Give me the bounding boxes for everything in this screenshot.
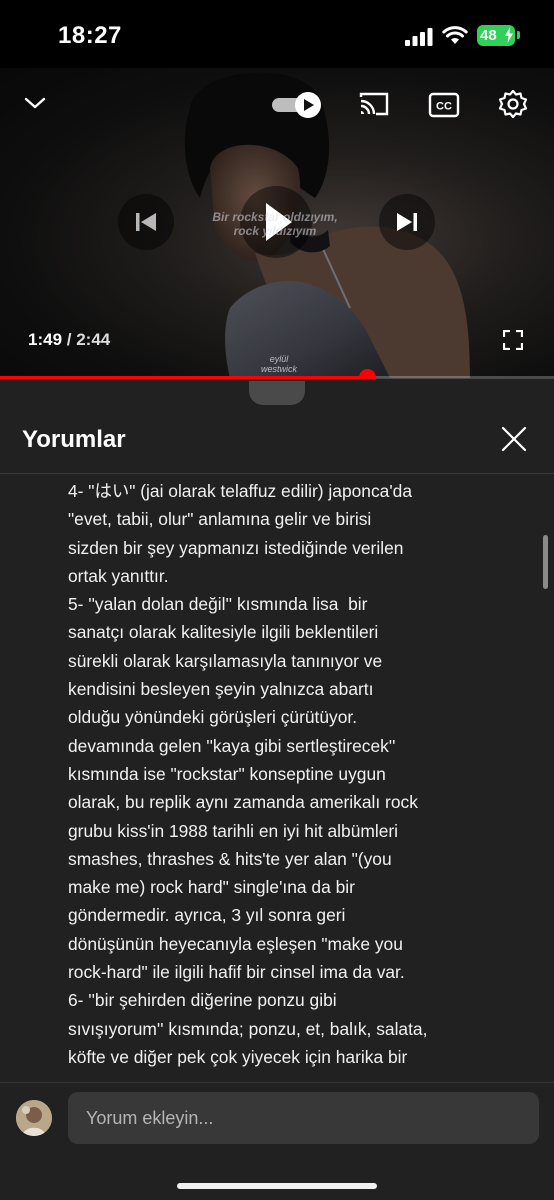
avatar-image [16, 1100, 52, 1136]
comment-line: smashes, thrashes & hits'te yer alan "(y… [68, 848, 392, 869]
current-time: 1:49 [28, 330, 63, 349]
video-player[interactable]: CC Bir rockstar oldızıyım, rock yıldızıy… [0, 68, 554, 378]
divider [0, 473, 554, 474]
battery-nub [517, 31, 520, 39]
wifi-icon [442, 26, 468, 44]
comment-line: ortak yanıttır. [68, 565, 169, 586]
battery-charging-icon: 48 [477, 25, 515, 46]
comment-line: sanatçı olarak kalitesiyle ilgili beklen… [68, 622, 379, 643]
scrollbar[interactable] [543, 535, 548, 589]
comment-composer [0, 1082, 554, 1200]
previous-button[interactable] [118, 194, 174, 250]
comment-input[interactable] [68, 1092, 539, 1144]
previous-icon [136, 213, 156, 231]
comment-line: dönüşünün heyecanıyla eşleşen "make you [68, 933, 403, 954]
next-button[interactable] [379, 194, 435, 250]
video-subtitle-line: Bir rockstar oldızıyım, [212, 210, 338, 224]
status-bar: 18:27 48 [0, 0, 554, 68]
chevron-down-icon[interactable] [22, 94, 48, 112]
comment-line: 5- ''yalan dolan değil'' kısmında lisa b… [68, 594, 368, 615]
bolt-icon [505, 27, 513, 43]
comment-line: sizden bir şey yapmanızı istediğinde ver… [68, 537, 404, 558]
watermark-line: westwick [260, 364, 297, 374]
next-icon [397, 213, 417, 231]
comment-line: make me) rock hard" single'ına da bir [68, 877, 355, 898]
home-indicator[interactable] [177, 1183, 377, 1189]
comment-line: 6- ''bir şehirden diğerine ponzu gibi [68, 990, 337, 1011]
autoplay-toggle[interactable] [270, 90, 324, 120]
video-watermark: eylül westwick [252, 354, 306, 374]
watermark-line: eylül [269, 354, 289, 364]
status-time: 18:27 [58, 22, 122, 49]
cast-icon[interactable] [358, 90, 390, 118]
drag-handle[interactable] [249, 381, 305, 405]
comment-line: olarak, bu replik aynı zamanda amerikalı… [68, 792, 418, 813]
comment-line: rock-hard" ile ilgili hafif bir cinsel i… [68, 962, 405, 983]
gear-icon[interactable] [497, 88, 529, 120]
comment-text: 4- "はい" (jai olarak telaffuz edilir) jap… [68, 477, 508, 1071]
close-icon[interactable] [500, 425, 528, 453]
comment-line: "evet, tabii, olur" anlamına gelir ve bi… [68, 509, 372, 530]
comment-line: devamında gelen ''kaya gibi sertleştirec… [68, 735, 396, 756]
duration: 2:44 [76, 330, 111, 349]
svg-text:CC: CC [436, 101, 452, 113]
comment-line: köfte ve diğer pek çok yiyecek için hari… [68, 1046, 408, 1067]
time-separator: / [62, 330, 77, 349]
fullscreen-icon[interactable] [503, 330, 523, 350]
time-readout: 1:49 / 2:44 [28, 330, 110, 350]
comment-line: sıvışıyorum'' kısmında; ponzu, et, balık… [68, 1018, 428, 1039]
comment-thread[interactable]: 4- "はい" (jai olarak telaffuz edilir) jap… [68, 477, 508, 1082]
cc-icon[interactable]: CC [428, 92, 460, 118]
comment-line: göndermedir. ayrıca, 3 yıl sonra geri [68, 905, 346, 926]
comment-line: kendisini besleyen şeyin yalnızca abartı [68, 679, 374, 700]
avatar[interactable] [16, 1100, 52, 1136]
battery-level: 48 [480, 27, 497, 44]
comment-line: 4- "はい" (jai olarak telaffuz edilir) jap… [68, 481, 412, 501]
comment-line: grubu kiss'in 1988 tarihli en iyi hit al… [68, 820, 399, 841]
comment-line: kısmında ise "rockstar" konseptine uygun [68, 763, 386, 784]
signal-icon [405, 28, 433, 46]
panel-title: Yorumlar [22, 426, 126, 453]
comment-line: sürekli olarak karşılamasıyla tanınıyor … [68, 650, 383, 671]
video-subtitle-line: rock yıldızıyım [233, 224, 317, 238]
comment-line: olduğu yönündeki görüşleri çürütüyor. [68, 707, 358, 728]
comments-panel: Yorumlar 4- "はい" (jai olarak telaffuz ed… [0, 379, 554, 1200]
